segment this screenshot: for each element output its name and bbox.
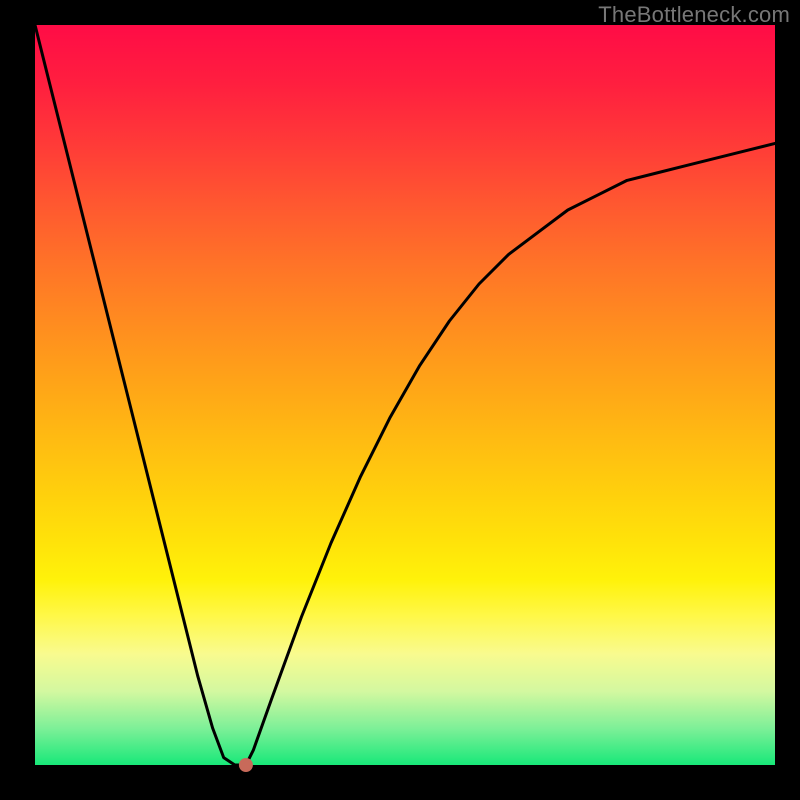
chart-container: TheBottleneck.com — [0, 0, 800, 800]
bottleneck-curve — [35, 25, 775, 765]
watermark-text: TheBottleneck.com — [598, 2, 790, 28]
curve-overlay — [35, 25, 775, 765]
minimum-marker-dot — [239, 758, 253, 772]
plot-area — [35, 25, 775, 765]
